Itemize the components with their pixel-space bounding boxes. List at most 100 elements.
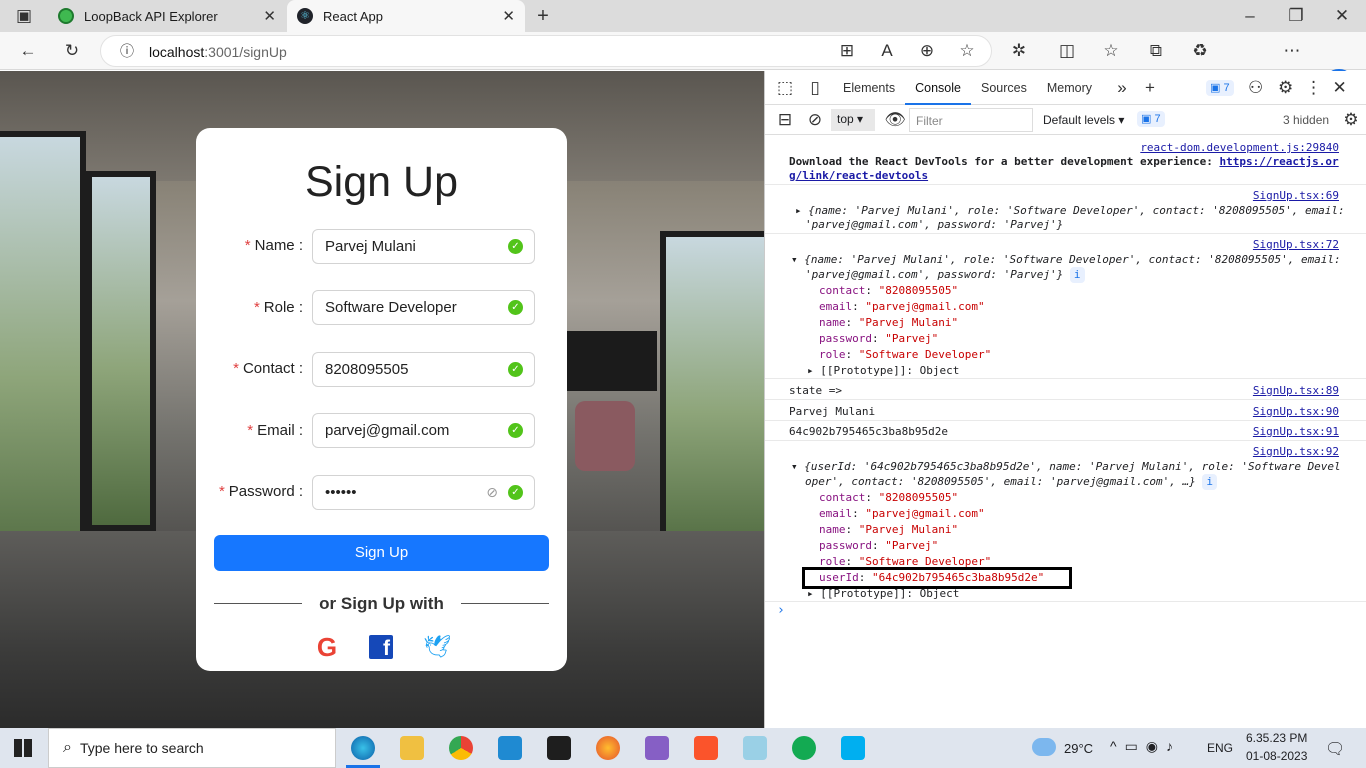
tab-elements[interactable]: Elements bbox=[833, 71, 905, 105]
prototype-row[interactable]: ▸ [[Prototype]]: Object bbox=[807, 586, 1069, 602]
firefox-icon[interactable] bbox=[596, 736, 620, 760]
info-icon: i bbox=[1202, 474, 1217, 490]
levels-dropdown[interactable]: Default levels ▾ bbox=[1043, 113, 1124, 127]
file-explorer-icon[interactable] bbox=[400, 736, 424, 760]
expanded-object[interactable]: ▾ {name: 'Parvej Mulani', role: 'Softwar… bbox=[791, 253, 1341, 266]
visual-studio-icon[interactable] bbox=[645, 736, 669, 760]
device-toolbar-icon[interactable]: ▯ bbox=[803, 76, 827, 100]
collections-icon[interactable]: ⧉ bbox=[1144, 39, 1168, 63]
message-count-badge[interactable]: ▣ 7 bbox=[1137, 111, 1165, 127]
weather-icon[interactable] bbox=[1032, 738, 1056, 756]
more-tabs-icon[interactable]: » bbox=[1110, 76, 1134, 100]
tab-memory[interactable]: Memory bbox=[1037, 71, 1102, 105]
zoom-icon[interactable]: ⊕ bbox=[915, 39, 939, 63]
window-pane bbox=[0, 131, 86, 581]
contact-input[interactable]: 8208095505 ✓ bbox=[312, 352, 535, 387]
vscode-icon[interactable] bbox=[498, 736, 522, 760]
close-tab-icon[interactable]: ✕ bbox=[502, 7, 515, 25]
loopback-favicon-icon bbox=[58, 8, 74, 24]
info-icon[interactable]: ⓘ bbox=[115, 39, 139, 63]
split-screen-icon[interactable]: ◫ bbox=[1055, 39, 1079, 63]
live-expression-icon[interactable]: 👁 bbox=[883, 108, 907, 132]
add-favorite-icon[interactable]: ☆ bbox=[955, 39, 979, 63]
weather-temp[interactable]: 29°C bbox=[1064, 741, 1093, 756]
language-indicator[interactable]: ENG bbox=[1207, 741, 1233, 755]
clock-time[interactable]: 6.35.23 PM bbox=[1246, 731, 1307, 745]
google-icon[interactable]: G bbox=[314, 634, 340, 660]
back-icon[interactable]: ← bbox=[16, 39, 40, 63]
close-window-icon[interactable]: ✕ bbox=[1330, 4, 1354, 28]
clock-date[interactable]: 01-08-2023 bbox=[1246, 749, 1307, 763]
console-message: SignUp.tsx:92 ▾ {userId: '64c902b795465c… bbox=[765, 442, 1366, 602]
tab-actions-icon[interactable]: ▣ bbox=[12, 4, 36, 28]
notifications-icon[interactable]: 🗨 bbox=[1325, 739, 1345, 759]
performance-icon[interactable]: ♻ bbox=[1188, 39, 1212, 63]
system-tray-icons[interactable]: ^▭◉♪ bbox=[1110, 738, 1181, 755]
brave-icon[interactable] bbox=[694, 736, 718, 760]
signup-button[interactable]: Sign Up bbox=[214, 535, 549, 571]
add-tab-icon[interactable]: + bbox=[1138, 76, 1162, 100]
prototype-row[interactable]: ▸ [[Prototype]]: Object bbox=[807, 363, 991, 379]
sidebar-toggle-icon[interactable]: ⊟ bbox=[773, 108, 797, 132]
issues-badge[interactable]: ▣ 7 bbox=[1206, 79, 1234, 96]
read-aloud-icon[interactable]: A bbox=[875, 39, 899, 63]
email-input[interactable]: parvej@gmail.com ✓ bbox=[312, 413, 535, 448]
minimize-icon[interactable]: – bbox=[1238, 4, 1262, 28]
skype-icon[interactable] bbox=[841, 736, 865, 760]
twitter-icon[interactable]: 🕊 bbox=[423, 634, 451, 660]
tab-console[interactable]: Console bbox=[905, 71, 971, 105]
wall-screen bbox=[567, 331, 657, 391]
devtools-menu-icon[interactable]: ⋮ bbox=[1302, 76, 1326, 100]
favorites-icon[interactable]: ☆ bbox=[1099, 39, 1123, 63]
facebook-icon[interactable]: f bbox=[369, 635, 393, 660]
window-pane bbox=[86, 171, 156, 531]
name-input[interactable]: Parvej Mulani ✓ bbox=[312, 229, 535, 264]
devtools-link[interactable]: https://reactjs.or bbox=[1219, 155, 1338, 168]
terminal-icon[interactable] bbox=[547, 736, 571, 760]
close-tab-icon[interactable]: ✕ bbox=[263, 7, 276, 25]
app-available-icon[interactable]: ⊞ bbox=[835, 39, 859, 63]
new-tab-icon[interactable]: + bbox=[531, 4, 555, 28]
browser-tab-bar: ▣ LoopBack API Explorer ✕ ⚛ React App ✕ … bbox=[0, 0, 1366, 32]
customize-icon[interactable]: ⚇ bbox=[1244, 76, 1268, 100]
refresh-icon[interactable]: ↻ bbox=[60, 39, 84, 63]
context-select[interactable]: top ▾ bbox=[831, 109, 875, 131]
eye-invisible-icon[interactable]: ⊘ bbox=[486, 476, 498, 509]
taskbar-search[interactable]: ⌕ Type here to search bbox=[48, 728, 336, 768]
console-prompt[interactable]: › bbox=[777, 603, 785, 618]
inspect-icon[interactable]: ⬚ bbox=[773, 76, 797, 100]
windows-start-icon[interactable] bbox=[14, 739, 32, 757]
console-settings-icon[interactable]: ⚙ bbox=[1339, 108, 1363, 132]
url-text: localhost:3001/signUp bbox=[149, 44, 287, 60]
role-label: * Role : bbox=[253, 299, 303, 316]
chrome-icon[interactable] bbox=[449, 736, 473, 760]
app-icon[interactable] bbox=[743, 736, 767, 760]
settings-gear-icon[interactable]: ⚙ bbox=[1274, 76, 1298, 100]
role-input[interactable]: Software Developer ✓ bbox=[312, 290, 535, 325]
mongodb-compass-icon[interactable] bbox=[792, 736, 816, 760]
close-devtools-icon[interactable]: ✕ bbox=[1328, 76, 1352, 100]
console-message: SignUp.tsx:72 ▾ {name: 'Parvej Mulani', … bbox=[765, 235, 1366, 379]
more-menu-icon[interactable]: ⋯ bbox=[1280, 39, 1304, 63]
page-title: Sign Up bbox=[305, 158, 458, 206]
extensions-icon[interactable]: ✲ bbox=[1007, 39, 1031, 63]
tab-label: React App bbox=[323, 8, 383, 24]
expanded-object[interactable]: ▾ {userId: '64c902b795465c3ba8b95d2e', n… bbox=[791, 460, 1341, 473]
devtools-link[interactable]: g/link/react-devtools bbox=[789, 169, 928, 182]
clear-console-icon[interactable]: ⊘ bbox=[803, 108, 827, 132]
filter-input[interactable]: Filter bbox=[909, 108, 1033, 132]
collapsed-object[interactable]: ▸ {name: 'Parvej Mulani', role: 'Softwar… bbox=[795, 204, 1345, 217]
check-circle-icon: ✓ bbox=[508, 239, 523, 254]
password-input[interactable]: •••••• ⊘ ✓ bbox=[312, 475, 535, 510]
url-field[interactable]: ⓘ localhost:3001/signUp ⊞ A ⊕ ☆ bbox=[100, 35, 992, 67]
tab-sources[interactable]: Sources bbox=[971, 71, 1037, 105]
restore-icon[interactable]: ❐ bbox=[1284, 4, 1308, 28]
edge-icon[interactable] bbox=[351, 736, 375, 760]
console-message: Parvej Mulani SignUp.tsx:90 bbox=[765, 401, 1366, 421]
check-circle-icon: ✓ bbox=[508, 485, 523, 500]
name-label: * Name : bbox=[244, 237, 303, 254]
divider-right bbox=[461, 603, 549, 604]
tab-react-app[interactable]: ⚛ React App ✕ bbox=[287, 0, 525, 32]
contact-label: * Contact : bbox=[233, 360, 303, 377]
tab-loopback[interactable]: LoopBack API Explorer ✕ bbox=[48, 0, 286, 32]
